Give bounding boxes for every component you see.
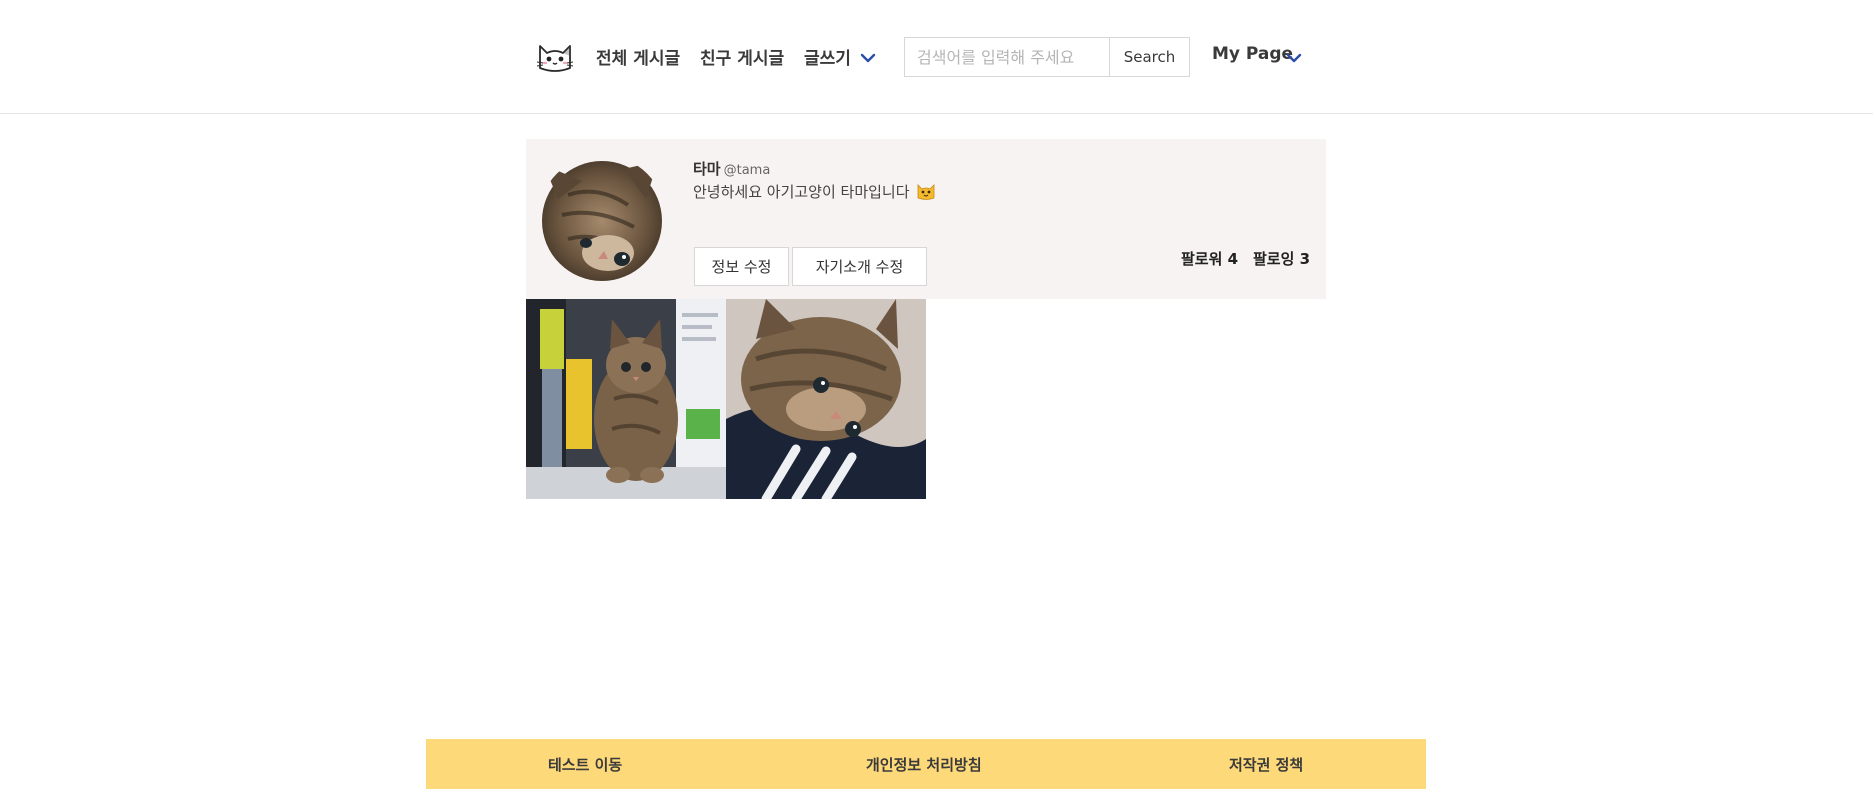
profile-handle: @tama xyxy=(723,163,771,178)
kitten-at-laptop-photo xyxy=(526,299,726,499)
post-thumbnail[interactable] xyxy=(526,299,726,499)
write-chevron-down-icon[interactable] xyxy=(859,52,877,64)
footer: 테스트 이동 개인정보 처리방침 저작권 정책 xyxy=(426,739,1426,789)
profile-name: 타마 xyxy=(693,160,721,178)
cat-face-emoji-icon xyxy=(917,184,935,200)
search-form: Search xyxy=(904,37,1190,77)
followers-count[interactable]: 팔로워 4 xyxy=(1181,248,1238,269)
search-button[interactable]: Search xyxy=(1109,38,1189,76)
profile-card: 타마 @tama 안녕하세요 아기고양이 타마입니다 정보 수정 자기소개 수정 … xyxy=(526,139,1326,299)
profile-bio-text: 안녕하세요 아기고양이 타마입니다 xyxy=(693,183,910,201)
nav-write[interactable]: 글쓰기 xyxy=(804,44,851,69)
top-navigation-bar: 전체 게시글 친구 게시글 글쓰기 Search My Page xyxy=(0,0,1873,114)
my-page-chevron-down-icon[interactable] xyxy=(1285,52,1303,64)
footer-privacy-policy-link[interactable]: 개인정보 처리방침 xyxy=(866,754,982,775)
profile-bio: 안녕하세요 아기고양이 타마입니다 xyxy=(693,181,936,202)
post-thumbnail[interactable] xyxy=(726,299,926,499)
nav-all-posts[interactable]: 전체 게시글 xyxy=(596,44,680,69)
avatar[interactable] xyxy=(538,155,666,283)
edit-intro-button[interactable]: 자기소개 수정 xyxy=(792,247,927,286)
edit-info-button[interactable]: 정보 수정 xyxy=(694,247,789,286)
kitten-avatar-image xyxy=(538,155,666,283)
cat-face-icon[interactable] xyxy=(535,38,575,74)
profile-name-row: 타마 @tama xyxy=(693,158,770,179)
following-count[interactable]: 팔로잉 3 xyxy=(1253,248,1310,269)
kitten-on-jacket-photo xyxy=(726,299,926,499)
footer-test-move-link[interactable]: 테스트 이동 xyxy=(548,754,622,775)
nav-friend-posts[interactable]: 친구 게시글 xyxy=(700,44,784,69)
search-input[interactable] xyxy=(905,38,1109,76)
footer-copyright-policy-link[interactable]: 저작권 정책 xyxy=(1229,754,1303,775)
nav-my-page[interactable]: My Page xyxy=(1212,44,1293,64)
